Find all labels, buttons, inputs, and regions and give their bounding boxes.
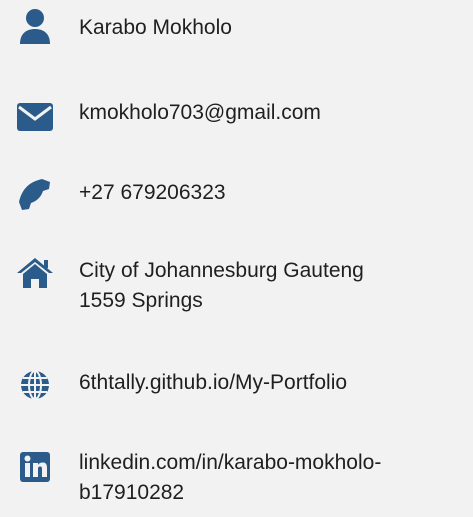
contact-row-email: kmokholo703@gmail.com [0,90,473,150]
phone-icon [16,176,54,214]
contact-email-link[interactable]: kmokholo703@gmail.com [79,98,467,128]
home-icon [16,254,54,292]
contact-row-website: 6thtally.github.io/My-Portfolio [0,366,473,406]
contact-list: Karabo Mokholo kmokholo703@gmail.com +27… [0,0,473,517]
contact-email-text[interactable]: kmokholo703@gmail.com [79,98,467,128]
linkedin-line-2[interactable]: b17910282 [79,478,467,508]
contact-website-text[interactable]: 6thtally.github.io/My-Portfolio [79,368,467,398]
contact-phone-text[interactable]: +27 679206323 [79,178,467,208]
contact-name-text: Karabo Mokholo [79,13,467,43]
globe-icon [16,366,54,404]
contact-linkedin-text[interactable]: linkedin.com/in/karabo-mokholo- b1791028… [79,448,467,508]
envelope-icon [16,98,54,136]
contact-row-linkedin: linkedin.com/in/karabo-mokholo- b1791028… [0,440,473,517]
address-line-1: City of Johannesburg Gauteng [79,259,364,282]
address-line-2: 1559 Springs [79,289,203,312]
contact-row-name: Karabo Mokholo [0,0,473,60]
contact-row-address: City of Johannesburg Gauteng 1559 Spring… [0,250,473,330]
contact-name: Karabo Mokholo [79,16,232,39]
user-icon [16,8,54,46]
contact-address-text: City of Johannesburg Gauteng 1559 Spring… [79,256,467,316]
linkedin-line-1[interactable]: linkedin.com/in/karabo-mokholo- [79,448,467,478]
contact-website-link[interactable]: 6thtally.github.io/My-Portfolio [79,368,467,398]
contact-phone-link[interactable]: +27 679206323 [79,178,467,208]
linkedin-icon [16,448,54,486]
contact-row-phone: +27 679206323 [0,170,473,230]
